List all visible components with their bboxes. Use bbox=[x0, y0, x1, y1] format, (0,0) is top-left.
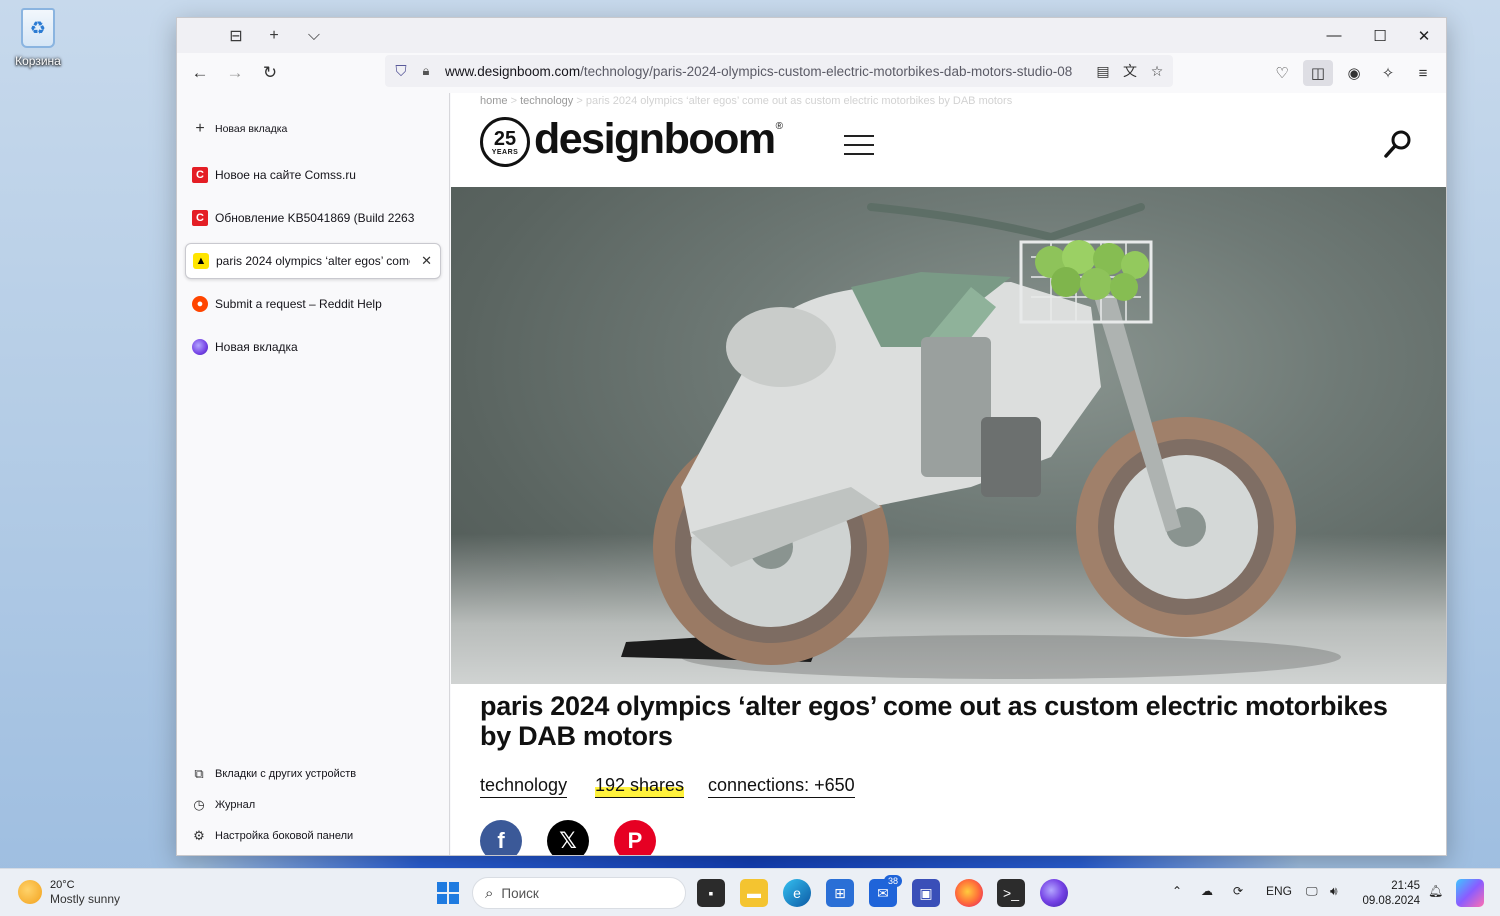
plus-icon: + bbox=[195, 120, 205, 137]
firefox-icon bbox=[192, 339, 208, 355]
breadcrumb: home > technology > paris 2024 olympics … bbox=[480, 95, 1013, 107]
terminal-icon[interactable]: >_ bbox=[997, 879, 1025, 907]
notification-bell-icon[interactable]: 🔔︎ bbox=[1428, 884, 1443, 898]
sidebar-tab-new[interactable]: Новая вкладка bbox=[185, 329, 441, 365]
x-share-icon[interactable]: 𝕏 bbox=[547, 820, 589, 855]
close-tab-icon[interactable]: ✕ bbox=[421, 253, 432, 269]
recycle-bin-icon: ♻ bbox=[21, 8, 55, 48]
close-window-button[interactable]: ✕ bbox=[1401, 18, 1446, 53]
new-tab-plus-icon[interactable]: + bbox=[263, 25, 285, 47]
history-clock-icon: ◷ bbox=[193, 797, 205, 812]
bookmark-star-icon[interactable]: ☆ bbox=[1147, 61, 1167, 81]
tab-groups-icon[interactable]: ⊟ bbox=[225, 25, 247, 47]
sidebar-tab-reddit[interactable]: ● Submit a request – Reddit Help bbox=[185, 286, 441, 322]
pinterest-share-icon[interactable]: P bbox=[614, 820, 656, 855]
edge-icon[interactable]: e bbox=[783, 879, 811, 907]
nav-bar: ← → ↻ ⛉ 🔒︎ www.designboom.com/technology… bbox=[177, 53, 1446, 93]
address-bar[interactable]: ⛉ 🔒︎ www.designboom.com/technology/paris… bbox=[385, 55, 1173, 87]
weather-temp: 20°C bbox=[50, 879, 75, 891]
list-all-tabs-chevron-icon[interactable]: ⌵ bbox=[303, 25, 325, 47]
microsoft-store-icon[interactable]: ⊞ bbox=[826, 879, 854, 907]
volume-icon[interactable]: 🔊︎ bbox=[1330, 884, 1338, 899]
forward-icon[interactable]: → bbox=[222, 60, 248, 86]
synced-tabs-icon: ⧉ bbox=[194, 766, 204, 781]
connections-link[interactable]: connections: +650 bbox=[708, 775, 855, 798]
language-indicator[interactable]: ENG bbox=[1266, 884, 1292, 898]
25-years-badge: 25 YEARS bbox=[480, 117, 530, 167]
breadcrumb-section[interactable]: technology bbox=[520, 95, 573, 107]
new-tab-button[interactable]: + Новая вкладка bbox=[185, 111, 441, 147]
synced-tabs-button[interactable]: ⧉ Вкладки с других устройств bbox=[191, 763, 441, 785]
start-windows-icon[interactable] bbox=[434, 879, 462, 907]
minimize-button[interactable]: — bbox=[1311, 18, 1357, 53]
weather-desc: Mostly sunny bbox=[50, 892, 121, 906]
onedrive-cloud-icon[interactable]: ☁ bbox=[1201, 884, 1213, 898]
reddit-icon: ● bbox=[192, 296, 208, 312]
pocket-icon[interactable]: ♡ bbox=[1267, 60, 1297, 86]
partly-sunny-icon bbox=[18, 880, 42, 904]
title-bar: ⊟ + ⌵ — ☐ ✕ bbox=[177, 18, 1446, 53]
site-menu-icon[interactable] bbox=[844, 135, 874, 155]
sidebar-tab-kb-update[interactable]: C Обновление KB5041869 (Build 22635.4010… bbox=[185, 200, 441, 236]
maximize-button[interactable]: ☐ bbox=[1357, 18, 1403, 53]
category-link[interactable]: technology bbox=[480, 775, 568, 798]
network-icon[interactable]: 🖵︎ bbox=[1306, 884, 1318, 899]
shares-count[interactable]: 192 shares bbox=[595, 775, 685, 798]
task-view-icon[interactable]: ▪ bbox=[697, 879, 725, 907]
taskbar-search-box[interactable]: ⌕ Поиск bbox=[472, 877, 686, 909]
translate-icon[interactable]: 文 bbox=[1120, 61, 1140, 81]
weather-widget[interactable]: 20°C Mostly sunny bbox=[18, 878, 120, 906]
account-icon[interactable]: ◉ bbox=[1339, 60, 1369, 86]
file-explorer-icon[interactable]: ▬ bbox=[740, 879, 768, 907]
hero-image-motorbike bbox=[451, 187, 1446, 684]
history-button[interactable]: ◷ Журнал bbox=[191, 794, 441, 816]
web-page: home > technology > paris 2024 olympics … bbox=[451, 93, 1446, 855]
facebook-share-icon[interactable]: f bbox=[480, 820, 522, 855]
sync-icon[interactable]: ⟳ bbox=[1233, 884, 1243, 898]
recycle-bin-label: Корзина bbox=[15, 54, 61, 68]
tracking-protection-shield-icon[interactable]: ⛉ bbox=[392, 63, 410, 80]
sidebar-tab-comss[interactable]: C Новое на сайте Comss.ru bbox=[185, 157, 441, 193]
logo-wordmark: designboom bbox=[534, 114, 776, 163]
save-disk-icon[interactable]: ▣ bbox=[912, 879, 940, 907]
comss-icon: C bbox=[192, 210, 208, 226]
firefox-taskbar-icon[interactable] bbox=[955, 879, 983, 907]
copilot-icon[interactable] bbox=[1456, 879, 1484, 907]
url-text[interactable]: www.designboom.com/technology/paris-2024… bbox=[445, 64, 1085, 79]
menu-hamburger-icon[interactable]: ≡ bbox=[1408, 60, 1438, 86]
windows-taskbar: 20°C Mostly sunny ⌕ Поиск ▪ ▬ e ⊞ ✉ 38 ▣… bbox=[0, 868, 1500, 916]
clock[interactable]: 21:45 09.08.2024 bbox=[1360, 879, 1420, 909]
motorbike-illustration bbox=[621, 203, 1341, 679]
gear-icon: ⚙ bbox=[193, 828, 205, 843]
designboom-icon: ▲ bbox=[193, 253, 209, 269]
mail-badge: 38 bbox=[884, 875, 903, 887]
browser-window: ⊟ + ⌵ — ☐ ✕ ← → ↻ ⛉ 🔒︎ www.designboom.co… bbox=[176, 17, 1447, 856]
article-headline: paris 2024 olympics ‘alter egos’ come ou… bbox=[480, 691, 1388, 751]
back-icon[interactable]: ← bbox=[187, 60, 213, 86]
designboom-logo[interactable]: 25 YEARS designboom ® bbox=[480, 115, 783, 169]
sidebar-toggle-icon[interactable]: ◫ bbox=[1303, 60, 1333, 86]
reader-view-icon[interactable]: ▤ bbox=[1093, 61, 1113, 81]
breadcrumb-home[interactable]: home bbox=[480, 95, 508, 107]
reload-icon[interactable]: ↻ bbox=[257, 60, 283, 86]
site-search-icon[interactable] bbox=[1383, 129, 1413, 159]
breadcrumb-current: paris 2024 olympics ‘alter egos’ come ou… bbox=[585, 95, 1013, 107]
sidebar-tab-designboom[interactable]: ▲ paris 2024 olympics ‘alter egos’ come … bbox=[185, 243, 441, 279]
tray-overflow-chevron-icon[interactable]: ⌃ bbox=[1172, 884, 1182, 898]
search-icon: ⌕ bbox=[485, 884, 494, 902]
extensions-icon[interactable]: ✧ bbox=[1373, 60, 1403, 86]
comss-icon: C bbox=[192, 167, 208, 183]
lock-icon[interactable]: 🔒︎ bbox=[419, 63, 433, 79]
customize-sidebar-button[interactable]: ⚙ Настройка боковой панели bbox=[191, 825, 441, 847]
firefox-nightly-icon[interactable] bbox=[1040, 879, 1068, 907]
recycle-bin-shortcut[interactable]: ♻ Корзина bbox=[10, 8, 66, 68]
vertical-tabs-sidebar: + Новая вкладка C Новое на сайте Comss.r… bbox=[177, 93, 450, 855]
